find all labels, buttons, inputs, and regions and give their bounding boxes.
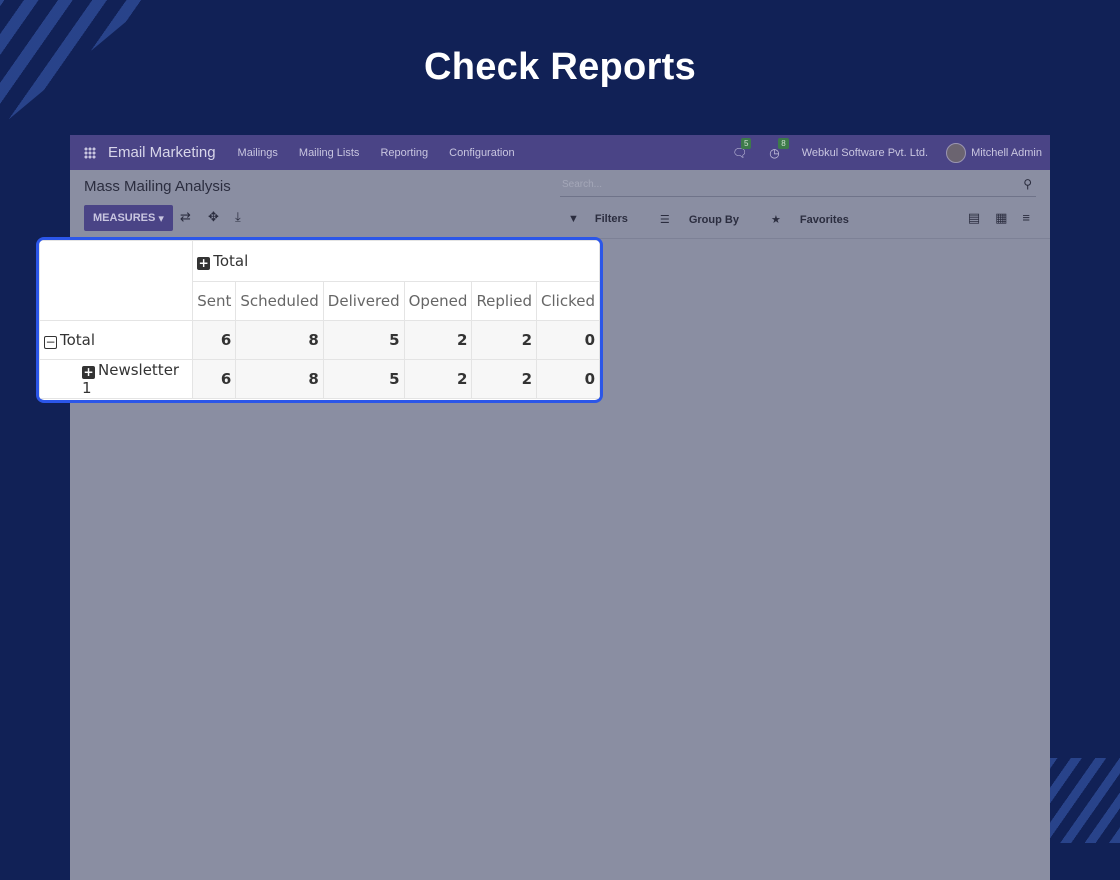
list-view-icon[interactable]: ≡ <box>1022 210 1030 226</box>
search-placeholder: Search... <box>562 179 603 190</box>
measures-button[interactable]: MEASURES ▾ <box>84 205 173 231</box>
activity-clock-icon[interactable]: ◷ 8 <box>769 137 789 160</box>
table-row: − Total 6 8 5 2 2 0 <box>39 320 600 360</box>
column-group-header[interactable]: + Total <box>192 240 600 282</box>
user-avatar[interactable] <box>946 142 967 163</box>
pivot-view-icon[interactable]: ▦ <box>995 210 1007 226</box>
group-by-dropdown[interactable]: ☰ Group By <box>660 213 755 226</box>
layers-icon: ☰ <box>659 214 670 226</box>
chat-icon[interactable]: 🗨 5 <box>732 137 752 160</box>
cell-value[interactable]: 0 <box>536 359 600 399</box>
navbar-systray: 🗨 5 ◷ 8 Webkul Software Pvt. Ltd. Mitchell… <box>732 137 1042 163</box>
app-brand[interactable]: Email Marketing <box>108 144 216 161</box>
search-icon[interactable]: ⚲ <box>1023 177 1032 191</box>
expand-all-icon[interactable]: ✥ <box>208 209 219 225</box>
cell-value[interactable]: 6 <box>192 320 237 360</box>
menu-mailing-lists[interactable]: Mailing Lists <box>299 147 360 159</box>
column-header-opened[interactable]: Opened <box>403 281 473 321</box>
filter-icon: ▼ <box>568 213 579 225</box>
search-filter-bar: ▼ Filters ☰ Group By ★ Favorites <box>568 213 881 226</box>
column-header-scheduled[interactable]: Scheduled <box>235 281 324 321</box>
graph-view-icon[interactable]: ▤ <box>968 210 980 226</box>
cell-value[interactable]: 5 <box>322 359 405 399</box>
chat-badge: 5 <box>741 137 752 149</box>
column-header-clicked[interactable]: Clicked <box>536 281 600 321</box>
star-icon: ★ <box>770 214 781 226</box>
cell-value[interactable]: 2 <box>471 320 538 360</box>
control-panel: Mass Mailing Analysis Search... ⚲ MEASUR… <box>70 170 1050 239</box>
apps-grid-icon[interactable] <box>84 146 96 159</box>
cell-value[interactable]: 5 <box>322 320 405 360</box>
filters-dropdown[interactable]: ▼ Filters <box>568 213 644 226</box>
search-input[interactable]: Search... ⚲ <box>560 175 1036 197</box>
plus-square-icon: + <box>197 256 211 270</box>
column-header-replied[interactable]: Replied <box>471 281 538 321</box>
breadcrumb: Mass Mailing Analysis <box>84 178 231 195</box>
cell-value[interactable]: 8 <box>235 359 324 399</box>
cell-value[interactable]: 2 <box>471 359 538 399</box>
cell-value[interactable]: 8 <box>235 320 324 360</box>
column-header-sent[interactable]: Sent <box>192 281 237 321</box>
cell-value[interactable]: 0 <box>536 320 600 360</box>
table-row: + Newsletter 1 6 8 5 2 2 0 <box>39 359 600 399</box>
pivot-table: + Total Sent Scheduled Delivered Opened R… <box>39 240 600 399</box>
column-group-label: Total <box>213 252 249 270</box>
measures-label: MEASURES <box>93 212 156 224</box>
cell-value[interactable]: 2 <box>403 320 473 360</box>
user-menu[interactable]: Mitchell Admin <box>971 147 1042 159</box>
highlighted-pivot-table: + Total Sent Scheduled Delivered Opened R… <box>36 237 603 403</box>
cell-value[interactable]: 2 <box>403 359 473 399</box>
activity-badge: 8 <box>778 137 789 149</box>
menu-mailings[interactable]: Mailings <box>238 147 278 159</box>
cell-value[interactable]: 6 <box>192 359 237 399</box>
top-navbar: Email Marketing Mailings Mailing Lists R… <box>70 135 1050 170</box>
group-by-label: Group By <box>688 214 739 226</box>
page-heading: Check Reports <box>423 46 697 88</box>
row-header-newsletter[interactable]: + Newsletter 1 <box>39 359 194 399</box>
plus-square-icon: + <box>82 365 95 379</box>
company-switcher[interactable]: Webkul Software Pvt. Ltd. <box>802 147 928 159</box>
favorites-dropdown[interactable]: ★ Favorites <box>771 213 865 226</box>
download-icon[interactable]: ⤓ <box>235 209 241 225</box>
caret-down-icon: ▾ <box>158 212 164 225</box>
column-header-delivered[interactable]: Delivered <box>322 281 405 321</box>
filters-label: Filters <box>594 213 628 225</box>
menu-configuration[interactable]: Configuration <box>449 147 514 159</box>
favorites-label: Favorites <box>799 214 849 226</box>
menu-reporting[interactable]: Reporting <box>380 147 428 159</box>
pivot-corner-cell <box>39 240 194 321</box>
view-switcher: ▤ ▦ ≡ <box>953 210 1030 226</box>
row-label: Newsletter 1 <box>82 361 180 397</box>
row-label: Total <box>60 331 96 349</box>
minus-square-icon: − <box>44 335 57 349</box>
decorative-stripes-bottom-right <box>1050 758 1120 843</box>
row-header-total[interactable]: − Total <box>39 320 194 360</box>
flip-axis-icon[interactable]: ⇄ <box>180 209 191 225</box>
